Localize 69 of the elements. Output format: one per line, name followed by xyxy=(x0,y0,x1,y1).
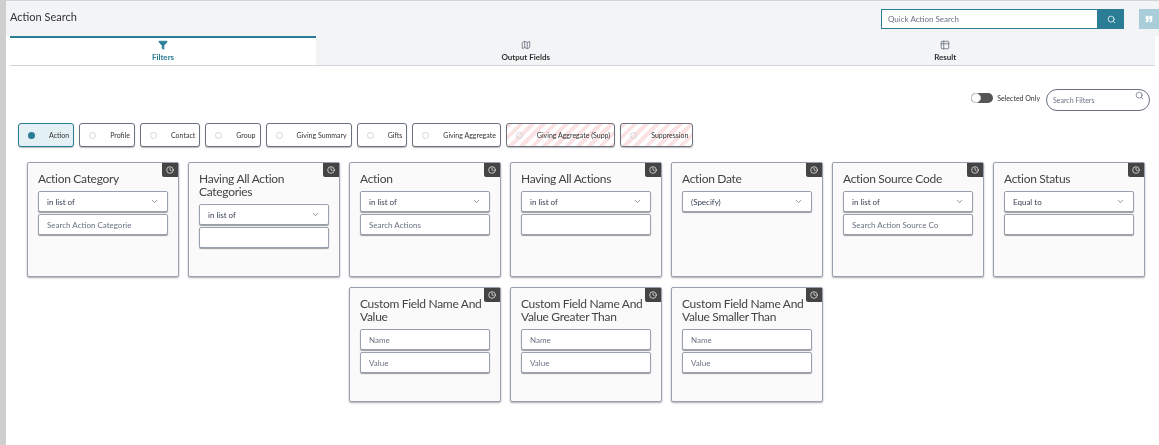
filter-title: Custom Field Name And Value Greater Than xyxy=(521,297,644,323)
filter-title: Custom Field Name And Value xyxy=(360,297,483,323)
history-button[interactable] xyxy=(967,163,983,177)
tab[interactable]: Result xyxy=(735,36,1155,65)
chevron-down-icon xyxy=(472,197,481,206)
input-field[interactable]: Value xyxy=(682,352,812,373)
clock-icon xyxy=(649,166,657,174)
select-field[interactable]: Equal to xyxy=(1004,191,1134,212)
history-button[interactable] xyxy=(323,163,339,177)
clock-icon xyxy=(810,291,818,299)
filter-title: Action xyxy=(360,172,394,185)
tab[interactable]: Output Fields xyxy=(316,36,736,65)
select-field[interactable]: in list of xyxy=(38,191,168,212)
input-field[interactable]: Value xyxy=(360,352,490,373)
filter-icon xyxy=(158,40,168,50)
history-button[interactable] xyxy=(484,163,500,177)
select-field[interactable]: in list of xyxy=(199,204,329,225)
search-icon xyxy=(1106,14,1116,24)
clock-icon xyxy=(649,291,657,299)
clock-icon xyxy=(166,166,174,174)
select-field[interactable]: (Specify) xyxy=(682,191,812,212)
input-field[interactable]: Search Action Categorie xyxy=(38,214,168,235)
filter-title: Having All Actions xyxy=(521,172,613,185)
input-field[interactable]: Name xyxy=(521,329,651,350)
select-field[interactable]: in list of xyxy=(360,191,490,212)
page-title: Action Search xyxy=(10,9,77,25)
history-button[interactable] xyxy=(806,163,822,177)
input-field[interactable]: Search Actions xyxy=(360,214,490,235)
chevron-down-icon xyxy=(150,197,159,206)
filter-title: Action Date xyxy=(682,172,743,185)
radio-icon xyxy=(28,131,35,139)
search-button[interactable] xyxy=(1098,9,1124,29)
clock-icon xyxy=(810,166,818,174)
search-icon xyxy=(1135,91,1144,100)
history-button[interactable] xyxy=(162,163,178,177)
clock-icon xyxy=(488,166,496,174)
toggle-switch[interactable] xyxy=(971,93,994,103)
input-field[interactable]: Value xyxy=(521,352,651,373)
history-button[interactable] xyxy=(806,288,822,302)
chevron-down-icon xyxy=(1116,197,1125,206)
clock-icon xyxy=(1132,166,1140,174)
filter-title: Action Source Code xyxy=(843,172,943,185)
select-field[interactable]: in list of xyxy=(521,191,651,212)
map-icon xyxy=(520,40,531,50)
chevron-down-icon xyxy=(633,197,642,206)
input-field[interactable]: Name xyxy=(360,329,490,350)
history-button[interactable] xyxy=(645,163,661,177)
select-field[interactable]: in list of xyxy=(843,191,973,212)
history-button[interactable] xyxy=(1128,163,1144,177)
clock-icon xyxy=(488,291,496,299)
filter-title: Having All Action Categories xyxy=(199,172,286,198)
clock-icon xyxy=(327,166,335,174)
clock-icon xyxy=(971,166,979,174)
input-field[interactable]: Name xyxy=(682,329,812,350)
chevron-down-icon xyxy=(955,197,964,206)
history-button[interactable] xyxy=(484,288,500,302)
chevron-down-icon xyxy=(311,210,320,219)
filter-title: Action Category xyxy=(38,172,120,185)
filter-title: Custom Field Name And Value Smaller Than xyxy=(682,297,805,323)
input-field[interactable] xyxy=(521,214,651,235)
filter-title: Action Status xyxy=(1004,172,1072,185)
chevron-down-icon xyxy=(794,197,803,206)
input-field[interactable] xyxy=(199,227,329,248)
quick-search-field[interactable]: Quick Action Search xyxy=(881,9,1098,29)
input-field[interactable]: Search Action Source Co xyxy=(843,214,973,235)
input-field[interactable] xyxy=(1004,214,1134,235)
table-icon xyxy=(940,40,951,50)
quote-icon xyxy=(1145,15,1153,23)
history-button[interactable] xyxy=(645,288,661,302)
